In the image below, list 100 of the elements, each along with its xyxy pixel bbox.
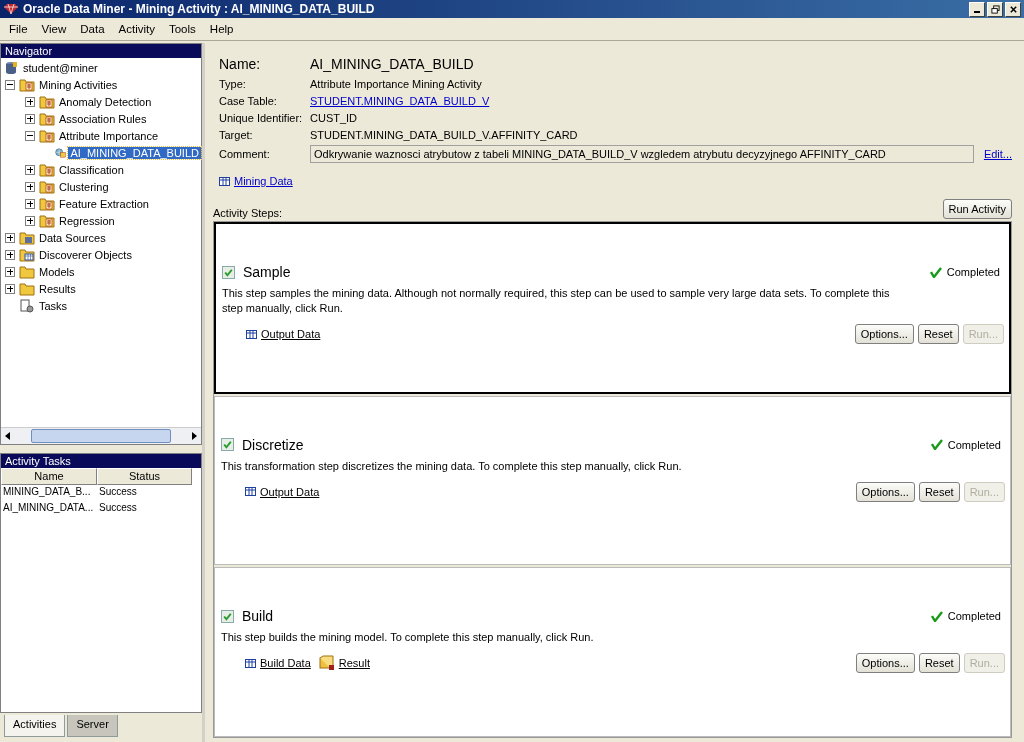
column-header[interactable]: Status bbox=[97, 468, 192, 485]
expander-icon[interactable] bbox=[25, 181, 35, 192]
folder-icon bbox=[39, 111, 55, 126]
step-button[interactable]: Reset bbox=[918, 481, 960, 502]
tree-item[interactable]: Mining Activities bbox=[37, 78, 120, 91]
menu-item[interactable]: Activity bbox=[111, 23, 162, 35]
tree-item[interactable]: Models bbox=[37, 265, 77, 278]
checkmark-icon bbox=[930, 439, 943, 451]
step-button[interactable]: Reset bbox=[918, 653, 960, 674]
menu-item[interactable]: Tools bbox=[161, 23, 203, 35]
expander-icon[interactable] bbox=[25, 130, 35, 141]
folder-icon bbox=[19, 281, 35, 296]
expander-icon[interactable] bbox=[5, 232, 15, 243]
tree-item[interactable]: Classification bbox=[57, 163, 126, 176]
expander-icon[interactable] bbox=[25, 113, 35, 124]
expander-icon[interactable] bbox=[25, 96, 35, 107]
step-button[interactable]: Options... bbox=[855, 481, 915, 502]
close-icon bbox=[1008, 4, 1018, 14]
folder-icon bbox=[19, 77, 35, 92]
scrollbar-thumb[interactable] bbox=[31, 429, 171, 443]
step-status: Completed bbox=[947, 438, 1001, 451]
tree-item[interactable]: Feature Extraction bbox=[57, 197, 151, 210]
mining-data-link[interactable]: Mining Data bbox=[234, 175, 293, 187]
menu-item[interactable]: File bbox=[2, 23, 35, 35]
output-link[interactable]: Output Data bbox=[261, 328, 321, 340]
field-label: Name: bbox=[219, 56, 262, 72]
step-description: This step samples the mining data. Although not normally required, this step can be used to sample very large data sets. To complete this step manually, click Run. bbox=[222, 286, 891, 316]
expander-icon[interactable] bbox=[25, 164, 35, 175]
step-status: Completed bbox=[947, 610, 1001, 623]
panel-title: Navigator bbox=[1, 44, 201, 58]
restore-button[interactable] bbox=[987, 1, 1003, 17]
tree-item[interactable]: Regression bbox=[57, 214, 117, 227]
globe-icon bbox=[55, 145, 67, 160]
checkbox[interactable] bbox=[222, 265, 235, 279]
table-cell-text: MINING_DATA_B... bbox=[2, 485, 92, 499]
folder-icon bbox=[39, 128, 55, 143]
tree-item[interactable]: Tasks bbox=[37, 299, 70, 312]
field-value: Attribute Importance Mining Activity bbox=[310, 77, 483, 92]
output-link[interactable]: Result bbox=[338, 657, 370, 670]
tab[interactable]: Server bbox=[67, 715, 118, 737]
checkmark-icon bbox=[930, 610, 943, 622]
table-cell-text: Success bbox=[98, 485, 138, 499]
folder-icon bbox=[39, 162, 55, 177]
menu-item[interactable]: Help bbox=[202, 23, 241, 35]
checkbox[interactable] bbox=[221, 438, 234, 452]
menu-item[interactable]: View bbox=[34, 23, 74, 35]
expander-icon[interactable] bbox=[25, 198, 35, 209]
edit-link[interactable]: Edit... bbox=[983, 148, 1012, 160]
activity-name: AI_MINING_DATA_BUILD bbox=[310, 56, 474, 72]
checkmark-icon bbox=[929, 266, 942, 278]
restore-icon bbox=[990, 4, 1000, 14]
step-title: Build bbox=[242, 608, 275, 625]
step-description: This transformation step discretizes the mining data. To complete this step manually, click Run. bbox=[221, 458, 683, 474]
step-button[interactable]: Options... bbox=[854, 324, 914, 344]
folder-icon bbox=[39, 196, 55, 211]
tree-item[interactable]: Results bbox=[37, 282, 78, 295]
close-button[interactable] bbox=[1005, 1, 1021, 17]
tree-item[interactable]: Anomaly Detection bbox=[57, 95, 154, 108]
minimize-icon bbox=[974, 10, 980, 13]
field-label: Case Table: bbox=[219, 94, 278, 109]
run-activity-button[interactable]: Run Activity bbox=[942, 199, 1012, 219]
tree-item[interactable]: AI_MINING_DATA_BUILD bbox=[68, 146, 201, 159]
step-button[interactable]: Reset bbox=[917, 324, 959, 344]
cube-icon bbox=[318, 655, 335, 672]
output-link[interactable]: Build Data bbox=[260, 657, 311, 670]
tree-item[interactable]: Clustering bbox=[57, 180, 111, 193]
tree-item[interactable]: student@miner bbox=[21, 61, 100, 74]
expander-icon[interactable] bbox=[25, 215, 35, 226]
step-title: Sample bbox=[243, 264, 292, 280]
folder-icon bbox=[19, 247, 35, 262]
field-label: Comment: bbox=[219, 146, 271, 162]
minimize-button[interactable] bbox=[969, 1, 985, 17]
field-label: Type: bbox=[219, 77, 247, 92]
step-description: This step builds the mining model. To complete this step manually, click Run. bbox=[221, 630, 595, 646]
table-cell-text: Success bbox=[98, 501, 138, 515]
output-link[interactable]: Output Data bbox=[260, 485, 320, 498]
field-label: Target: bbox=[219, 128, 254, 143]
expander-icon[interactable] bbox=[5, 79, 15, 90]
column-header[interactable]: Name bbox=[1, 468, 97, 485]
tree-item[interactable]: Data Sources bbox=[37, 231, 108, 244]
document-gear-icon bbox=[19, 298, 35, 313]
expander-icon[interactable] bbox=[5, 266, 15, 277]
case-table-link[interactable]: STUDENT.MINING_DATA_BUILD_V bbox=[310, 94, 1012, 109]
menu-item[interactable]: Data bbox=[73, 23, 112, 35]
comment-field[interactable]: Odkrywanie waznosci atrybutow z tabeli MINING_DATA_BUILD_V wzgledem atrybutu decyzyjnego AFFINITY_CARD bbox=[310, 145, 974, 163]
step-title: Discretize bbox=[242, 436, 305, 453]
section-label: Activity Steps: bbox=[213, 207, 283, 219]
field-label: Unique Identifier: bbox=[219, 111, 304, 126]
database-icon bbox=[3, 60, 19, 75]
step-status: Completed bbox=[946, 266, 1000, 278]
field-value: CUST_ID bbox=[310, 111, 359, 126]
table-icon bbox=[219, 176, 230, 186]
tree-item[interactable]: Discoverer Objects bbox=[37, 248, 134, 261]
tree-item[interactable]: Attribute Importance bbox=[57, 129, 161, 142]
tree-item[interactable]: Association Rules bbox=[57, 112, 149, 125]
step-button[interactable]: Options... bbox=[855, 653, 915, 674]
tab[interactable]: Activities bbox=[4, 715, 66, 737]
expander-icon[interactable] bbox=[5, 283, 15, 294]
expander-icon[interactable] bbox=[5, 249, 15, 260]
checkbox[interactable] bbox=[221, 609, 234, 623]
